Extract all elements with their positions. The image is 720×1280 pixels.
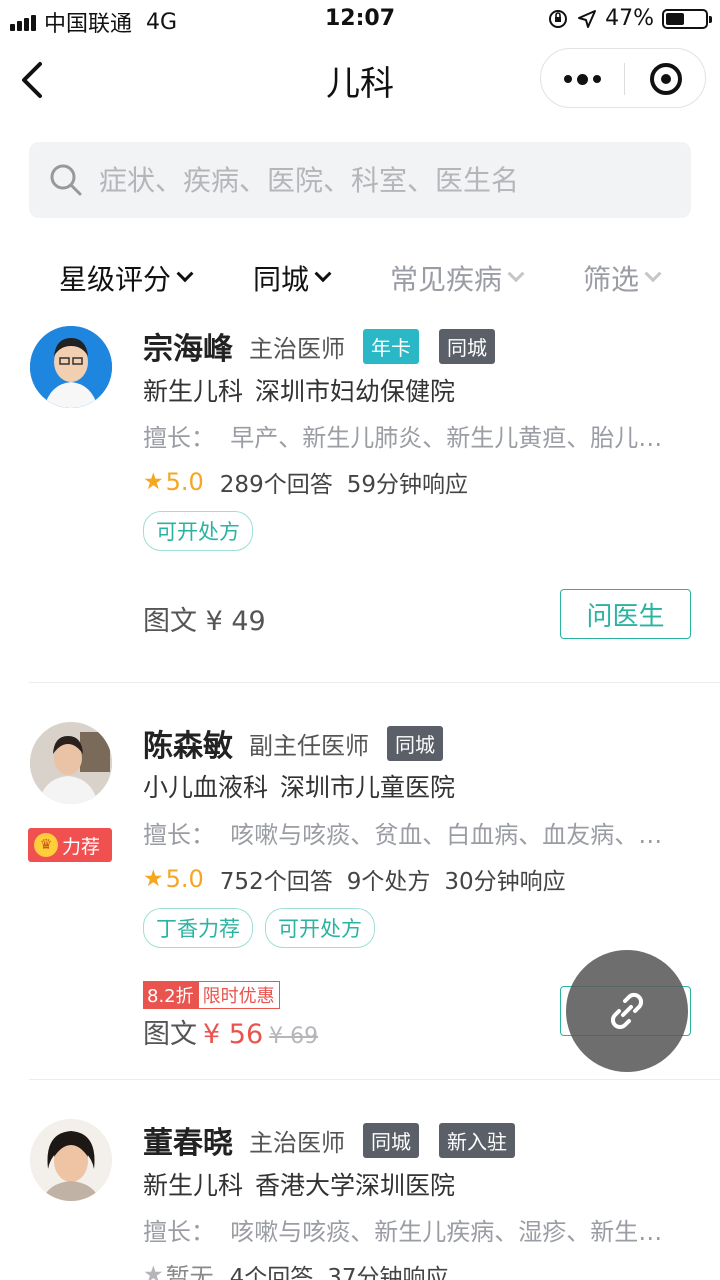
stats-row: ★ 5.0 289个回答 59分钟响应 [143,465,468,499]
filter-bar: 星级评分 同城 常见疾病 筛选 [0,258,720,308]
expertise-label: 擅长： [143,821,215,849]
crown-icon: ♛ [34,833,58,857]
answer-count: 4个回答 [229,1264,314,1280]
avatar [30,722,112,804]
tag-same-city: 同城 [439,328,495,364]
expertise: 擅长： 咳嗽与咳痰、贫血、白血病、血友病、… [143,815,683,850]
stats-row: ★ 暂无 4个回答 37分钟响应 [143,1257,449,1280]
doctor-title: 主治医师 [249,1128,345,1157]
filter-label: 常见疾病 [390,263,503,296]
doctor-name: 陈森敏 [143,729,233,764]
expertise: 擅长： 早产、新生儿肺炎、新生儿黄疸、胎儿… [143,418,683,453]
filter-label: 筛选 [583,263,640,296]
department: 新生儿科 [143,377,244,406]
department-row: 新生儿科 深圳市妇幼保健院 [143,372,455,408]
search-bar[interactable] [29,142,691,218]
more-dots-icon[interactable] [541,49,624,109]
search-input[interactable] [99,163,659,197]
expertise-text: 早产、新生儿肺炎、新生儿黄疸、胎儿… [230,424,663,452]
expertise-text: 咳嗽与咳痰、贫血、白血病、血友病、… [230,821,663,849]
response-time: 59分钟响应 [346,472,468,498]
filter-label: 星级评分 [59,263,172,296]
department-row: 新生儿科 香港大学深圳医院 [143,1166,455,1202]
badge-prescription: 可开处方 [265,908,375,948]
expertise-text: 咳嗽与咳痰、新生儿疾病、湿疹、新生… [230,1218,663,1246]
discount-note: 限时优惠 [197,981,280,1009]
hospital: 香港大学深圳医院 [255,1171,456,1200]
price-original: ¥ 69 [269,1024,319,1049]
link-icon [610,992,644,1030]
price-sale: ¥ 56 [203,1019,264,1050]
doctor-name: 宗海峰 [143,332,233,367]
share-link-button[interactable] [566,950,688,1072]
ribbon-label: 力荐 [62,835,101,858]
chevron-down-icon [644,265,662,283]
rating: 5.0 [165,468,204,496]
nav-bar: 儿科 [0,40,720,120]
price: 图文 ¥ 49 [143,606,266,637]
star-icon: ★ [143,1261,164,1280]
hospital: 深圳市妇幼保健院 [255,377,456,406]
chevron-down-icon [507,265,525,283]
tag-same-city: 同城 [387,725,443,761]
filter-common-disease[interactable]: 常见疾病 [390,258,525,298]
chevron-down-icon [314,265,332,283]
battery-percent: 47% [605,6,654,31]
tag-same-city: 同城 [363,1122,419,1158]
discount-badge: 8.2折 限时优惠 [143,981,280,1009]
location-icon [578,9,597,28]
response-time: 30分钟响应 [444,869,566,895]
filter-rating[interactable]: 星级评分 [59,258,194,298]
badge-dxy-recommend: 丁香力荐 [143,908,253,948]
avatar [30,1119,112,1201]
star-icon: ★ [143,866,164,892]
expertise-label: 擅长： [143,424,215,452]
department: 新生儿科 [143,1171,244,1200]
status-bar: 中国联通 4G 12:07 47% [0,0,720,40]
price-label: 图文 [143,1019,197,1050]
orientation-lock-icon [549,9,568,28]
filter-same-city[interactable]: 同城 [253,258,332,298]
battery-icon [662,8,712,29]
ask-doctor-button[interactable]: 问医生 [560,589,691,639]
badge-prescription: 可开处方 [143,511,253,551]
divider [29,1079,720,1080]
doctor-name: 董春晓 [143,1126,233,1161]
filter-label: 同城 [253,263,310,296]
rating: 暂无 [165,1263,214,1280]
rating: 5.0 [165,865,204,893]
recommend-ribbon: ♛ 力荐 [28,828,112,862]
department-row: 小儿血液科 深圳市儿童医院 [143,768,455,804]
doctor-title: 副主任医师 [249,731,369,760]
tag-annual-card: 年卡 [363,328,419,364]
hospital: 深圳市儿童医院 [280,773,456,802]
expertise-label: 擅长： [143,1218,215,1246]
filter-more[interactable]: 筛选 [583,258,662,298]
expertise: 擅长： 咳嗽与咳痰、新生儿疾病、湿疹、新生… [143,1212,683,1247]
divider [29,682,720,683]
search-icon [50,164,82,196]
answer-count: 752个回答 [219,869,333,895]
stats-row: ★ 5.0 752个回答 9个处方 30分钟响应 [143,862,566,896]
chevron-down-icon [176,265,194,283]
answer-count: 289个回答 [219,472,333,498]
discount-rate: 8.2折 [143,981,198,1009]
avatar [30,326,112,408]
response-time: 37分钟响应 [327,1264,449,1280]
prescription-count: 9个处方 [346,869,431,895]
price: 图文 ¥ 56 ¥ 69 [143,1012,318,1051]
star-icon: ★ [143,469,164,495]
tag-new-member: 新入驻 [439,1122,515,1158]
department: 小儿血液科 [143,773,269,802]
mini-program-capsule [540,48,706,108]
doctor-title: 主治医师 [249,334,345,363]
target-close-icon[interactable] [625,49,707,109]
